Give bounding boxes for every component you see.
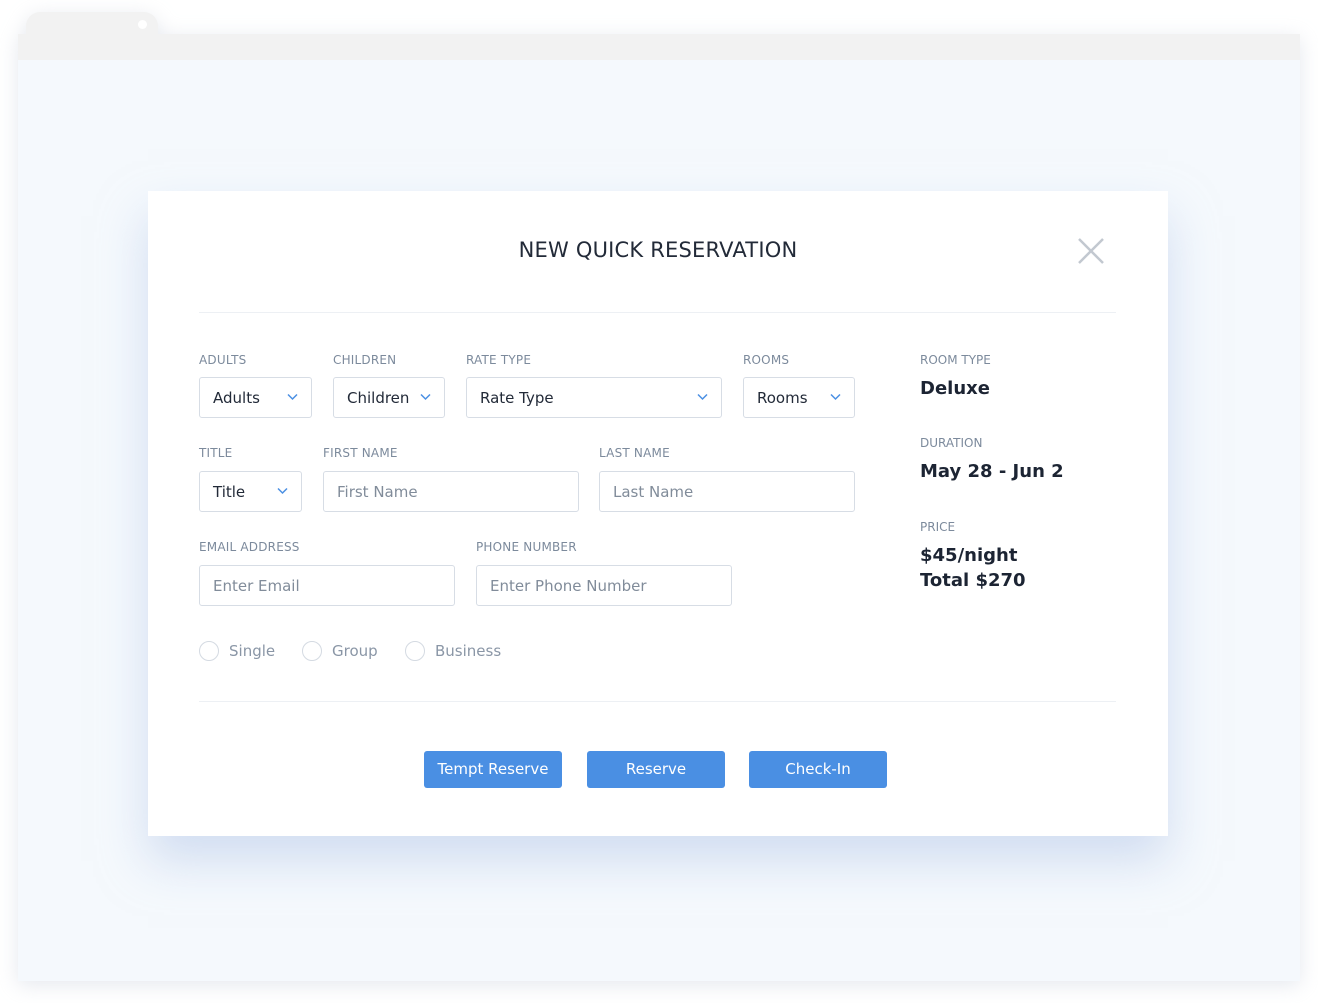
close-icon <box>1078 238 1104 264</box>
email-label: EMAIL ADDRESS <box>199 540 300 554</box>
adults-label: ADULTS <box>199 353 247 367</box>
close-button[interactable] <box>1076 236 1106 266</box>
tab-dot <box>138 20 147 29</box>
modal-title: NEW QUICK RESERVATION <box>518 238 798 262</box>
price-total: Total $270 <box>920 570 1026 591</box>
radio-circle[interactable] <box>302 641 322 661</box>
title-select[interactable]: Title <box>199 471 302 512</box>
radio-circle[interactable] <box>199 641 219 661</box>
rooms-label: ROOMS <box>743 353 790 367</box>
radio-single[interactable]: Single <box>199 641 275 661</box>
browser-toolbar <box>18 34 1300 60</box>
radio-circle[interactable] <box>405 641 425 661</box>
duration-label: DURATION <box>920 436 983 450</box>
reserve-button[interactable]: Reserve <box>587 751 725 788</box>
adults-select[interactable]: Adults <box>199 377 312 418</box>
adults-select-value: Adults <box>213 388 260 407</box>
room-type-label: ROOM TYPE <box>920 353 991 367</box>
title-label: TITLE <box>199 446 233 460</box>
duration-value: May 28 - Jun 2 <box>920 461 1064 482</box>
last-name-input[interactable] <box>599 471 855 512</box>
chevron-down-icon <box>830 393 841 401</box>
phone-label: PHONE NUMBER <box>476 540 577 554</box>
radio-single-label: Single <box>229 642 276 660</box>
children-label: CHILDREN <box>333 353 397 367</box>
radio-business[interactable]: Business <box>405 641 501 661</box>
rooms-select-value: Rooms <box>757 388 808 407</box>
check-in-button[interactable]: Check-In <box>749 751 887 788</box>
rate-type-select[interactable]: Rate Type <box>466 377 722 418</box>
chevron-down-icon <box>420 393 431 401</box>
tempt-reserve-button[interactable]: Tempt Reserve <box>424 751 562 788</box>
room-type-value: Deluxe <box>920 378 990 399</box>
title-select-value: Title <box>213 482 246 501</box>
price-per-night: $45/night <box>920 545 1018 566</box>
chevron-down-icon <box>697 393 708 401</box>
chevron-down-icon <box>277 487 288 495</box>
children-select-value: Children <box>347 388 410 407</box>
radio-group[interactable]: Group <box>302 641 378 661</box>
rate-type-select-value: Rate Type <box>480 388 554 407</box>
rate-type-label: RATE TYPE <box>466 353 532 367</box>
last-name-label: LAST NAME <box>599 446 670 460</box>
rooms-select[interactable]: Rooms <box>743 377 855 418</box>
first-name-label: FIRST NAME <box>323 446 398 460</box>
footer-divider <box>199 701 1116 702</box>
radio-group-label: Group <box>332 642 378 660</box>
first-name-input[interactable] <box>323 471 579 512</box>
email-input[interactable] <box>199 565 455 606</box>
phone-input[interactable] <box>476 565 732 606</box>
reservation-modal: NEW QUICK RESERVATION ADULTS Adults CHIL… <box>148 191 1168 836</box>
radio-business-label: Business <box>435 642 502 660</box>
price-label: PRICE <box>920 520 956 534</box>
header-divider <box>199 312 1116 313</box>
chevron-down-icon <box>287 393 298 401</box>
children-select[interactable]: Children <box>333 377 445 418</box>
